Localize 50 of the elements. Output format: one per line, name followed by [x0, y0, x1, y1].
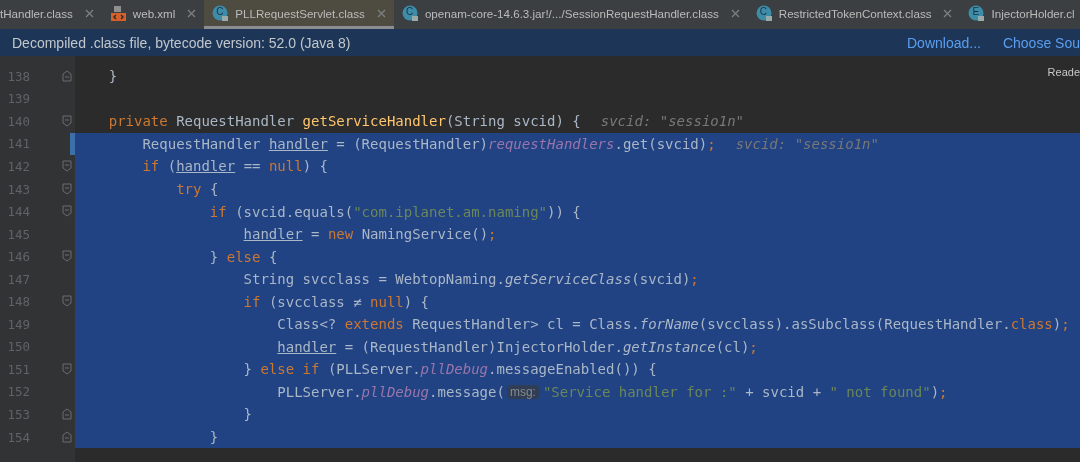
close-icon[interactable] [187, 8, 197, 18]
fold-icon[interactable] [62, 408, 72, 421]
fold-icon[interactable] [62, 295, 72, 308]
class-file-icon: C [401, 4, 419, 22]
close-icon[interactable] [943, 8, 953, 18]
code-line: } [242, 406, 252, 423]
class-file-icon: C [212, 4, 230, 22]
xml-file-icon [109, 4, 127, 22]
banner-link[interactable]: Download... [907, 34, 981, 51]
code-line: } else if (PLLServer.pllDebug.messageEnabled()) { [242, 361, 657, 378]
code-line: RequestHandler handler = (RequestHandler)requestHandlers.get(svcid); [141, 135, 716, 152]
editor-tab[interactable]: web.xml [101, 0, 205, 29]
fold-icon[interactable] [62, 205, 72, 218]
fold-icon[interactable] [62, 115, 72, 128]
code-line: } [208, 429, 219, 445]
editor-tab[interactable]: C RestrictedTokenContext.class [747, 0, 961, 29]
fold-icon[interactable] [62, 160, 72, 173]
editor-tab[interactable]: C openam-core-14.6.3.jar!/.../SessionRequestHandler.class [393, 0, 748, 29]
reader-mode-label[interactable]: Reade [1047, 66, 1080, 78]
parameter-hint: msg: [506, 384, 539, 399]
banner-link[interactable]: Choose Sou [1002, 34, 1080, 51]
code-line: Class<? extends RequestHandler> cl = Class.forName(svcclass).asSubclass(RequestHandler.class); [276, 316, 1070, 333]
editor-tab[interactable]: tHandler.class [0, 0, 102, 29]
code-line: } [107, 68, 118, 85]
inline-hint: svcid: "sessio1n" [600, 113, 745, 130]
code-line: private RequestHandler getServiceHandler(String svcid) { [107, 113, 581, 130]
code-line: handler = new NamingService(); [242, 226, 497, 243]
code-line: if (svcid.equals("com.iplanet.am.naming")) { [208, 203, 581, 220]
code-line: try { [175, 181, 219, 197]
banner-text: Decompiled .class file, bytecode version: 52.0 (Java 8) [12, 34, 351, 51]
fold-icon[interactable] [62, 250, 72, 263]
editor-tab[interactable]: C PLLRequestServlet.class [204, 0, 394, 29]
fold-icon[interactable] [62, 363, 72, 376]
class-file-icon: E [968, 4, 986, 22]
class-file-icon: C [755, 4, 773, 22]
code-line: PLLServer.pllDebug.message( [276, 383, 505, 400]
close-icon[interactable] [730, 8, 740, 18]
code-line: String svcclass = WebtopNaming.getServiceClass(svcid); [242, 271, 699, 288]
code-line: if (svcclass ≠ null) { [242, 293, 430, 310]
editor-tab[interactable]: E InjectorHolder.cl [960, 0, 1080, 29]
close-icon[interactable] [376, 8, 386, 18]
fold-icon[interactable] [62, 182, 72, 195]
code-line: handler = (RequestHandler)InjectorHolder.getInstance(cl); [276, 338, 758, 355]
fold-icon[interactable] [62, 430, 72, 443]
inline-hint: svcid: "sessio1n" [735, 135, 879, 152]
fold-icon[interactable] [62, 70, 72, 82]
close-icon[interactable] [84, 8, 94, 18]
code-line: if (handler == null) { [141, 158, 328, 175]
code-line: } else { [208, 248, 278, 265]
code-line: "Service handler for :" + svcid + " not found"); [542, 383, 948, 400]
